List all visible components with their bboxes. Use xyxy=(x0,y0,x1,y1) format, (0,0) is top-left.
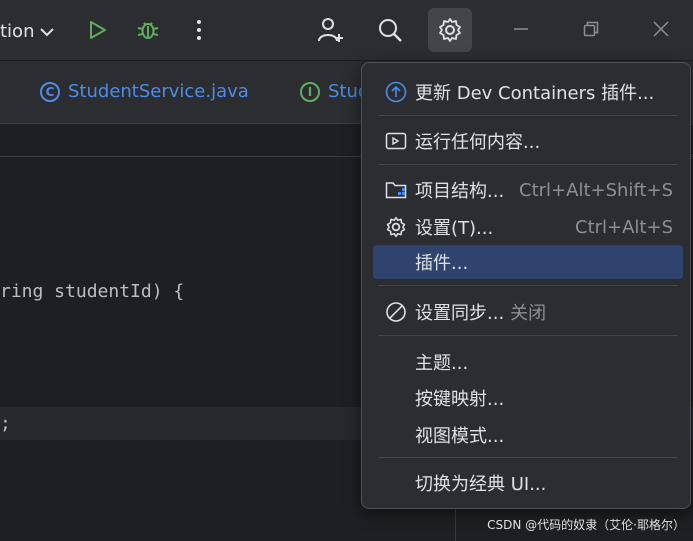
minimize-icon xyxy=(514,28,528,30)
menu-item-label: 主题... xyxy=(415,353,469,374)
tab-label: StudentService.java xyxy=(68,81,249,102)
sync-status: 关闭 xyxy=(510,303,547,324)
sync-disabled-icon xyxy=(385,301,407,323)
add-user-icon xyxy=(318,18,343,42)
settings-button[interactable] xyxy=(428,8,472,52)
menu-item-label: 更新 Dev Containers 插件... xyxy=(415,83,655,104)
watermark: CSDN @代码的奴隶（艾伦·耶格尔） xyxy=(487,518,685,532)
search-button[interactable] xyxy=(370,10,410,50)
run-configuration-selector[interactable]: tion xyxy=(0,18,55,44)
code-line[interactable]: ring studentId) { xyxy=(0,281,184,302)
search-icon xyxy=(379,19,402,42)
menu-item-keymap[interactable]: 按键映射... xyxy=(373,381,683,415)
menu-item-switch-classic-ui[interactable]: 切换为经典 UI... xyxy=(373,466,683,500)
close-button[interactable] xyxy=(646,14,676,44)
close-icon xyxy=(653,21,669,37)
code-with-me-button[interactable] xyxy=(311,10,351,50)
menu-item-label: 切换为经典 UI... xyxy=(415,474,547,495)
menu-item-plugins[interactable]: 插件... xyxy=(373,245,683,279)
menu-item-settings[interactable]: 设置(T)... Ctrl+Alt+S xyxy=(373,210,683,244)
run-config-label: tion xyxy=(0,20,35,42)
menu-separator xyxy=(378,164,678,165)
debug-button[interactable] xyxy=(128,10,168,50)
menu-item-shortcut: Ctrl+Alt+S xyxy=(575,216,673,238)
restore-button[interactable] xyxy=(576,14,606,44)
menu-separator xyxy=(378,335,678,336)
more-options-button[interactable] xyxy=(179,10,219,50)
menu-item-shortcut: Ctrl+Alt+Shift+S xyxy=(519,179,673,201)
tab-interface[interactable]: I Stud xyxy=(300,81,369,102)
restore-icon xyxy=(583,21,599,37)
menu-item-theme[interactable]: 主题... xyxy=(373,345,683,379)
menu-item-label: 项目结构... xyxy=(415,181,505,202)
code-line[interactable]: ; xyxy=(0,413,11,434)
menu-item-project-structure[interactable]: 项目结构... Ctrl+Alt+Shift+S xyxy=(373,173,683,207)
menu-separator xyxy=(378,285,678,286)
run-icon xyxy=(90,21,106,39)
debug-icon xyxy=(137,22,159,39)
run-anything-icon xyxy=(385,130,407,152)
more-vert-icon xyxy=(197,20,201,40)
menu-item-run-anything[interactable]: 运行任何内容... xyxy=(373,124,683,158)
tab-student-service[interactable]: C StudentService.java xyxy=(40,81,249,102)
menu-separator xyxy=(378,115,678,116)
interface-icon: I xyxy=(300,81,320,102)
menu-item-update-plugin[interactable]: 更新 Dev Containers 插件... xyxy=(373,75,683,109)
class-icon: C xyxy=(40,81,60,102)
main-toolbar: tion xyxy=(0,0,693,61)
chevron-down-icon xyxy=(40,21,55,42)
menu-item-label: 运行任何内容... xyxy=(415,132,541,153)
menu-item-label: 按键映射... xyxy=(415,389,505,410)
menu-item-settings-sync[interactable]: 设置同步... 关闭 xyxy=(373,295,683,329)
menu-item-label: 设置同步... xyxy=(415,303,505,324)
menu-item-view-mode[interactable]: 视图模式... xyxy=(373,418,683,452)
update-arrow-icon xyxy=(385,81,407,103)
run-button[interactable] xyxy=(77,10,117,50)
gear-icon xyxy=(439,18,461,42)
project-structure-icon xyxy=(385,179,407,201)
settings-gear-icon xyxy=(385,216,407,238)
menu-item-label: 设置(T)... xyxy=(415,218,494,239)
menu-item-label: 插件... xyxy=(415,253,469,274)
menu-separator xyxy=(378,457,678,458)
menu-item-label: 视图模式... xyxy=(415,426,505,447)
settings-dropdown-menu: 更新 Dev Containers 插件... 运行任何内容... 项目结构..… xyxy=(361,62,691,509)
minimize-button[interactable] xyxy=(506,14,536,44)
